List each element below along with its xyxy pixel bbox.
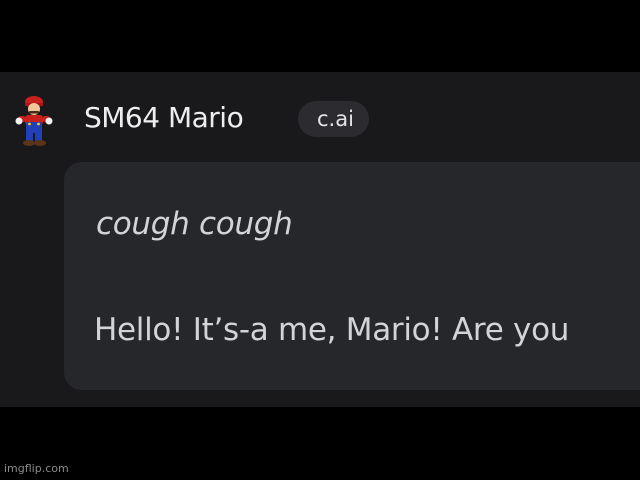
mario-avatar-icon[interactable] <box>14 94 54 150</box>
imgflip-watermark: imgflip.com <box>4 462 69 475</box>
bot-name[interactable]: SM64 Mario <box>84 100 244 136</box>
cai-badge: c.ai <box>298 101 369 137</box>
chat-panel: SM64 Mario c.ai cough cough Hello! It’s-… <box>0 72 640 407</box>
message-text: Hello! It’s-a me, Mario! Are you <box>94 312 570 348</box>
message-action-text: cough cough <box>96 206 293 242</box>
message-bubble: cough cough Hello! It’s-a me, Mario! Are… <box>64 162 640 390</box>
